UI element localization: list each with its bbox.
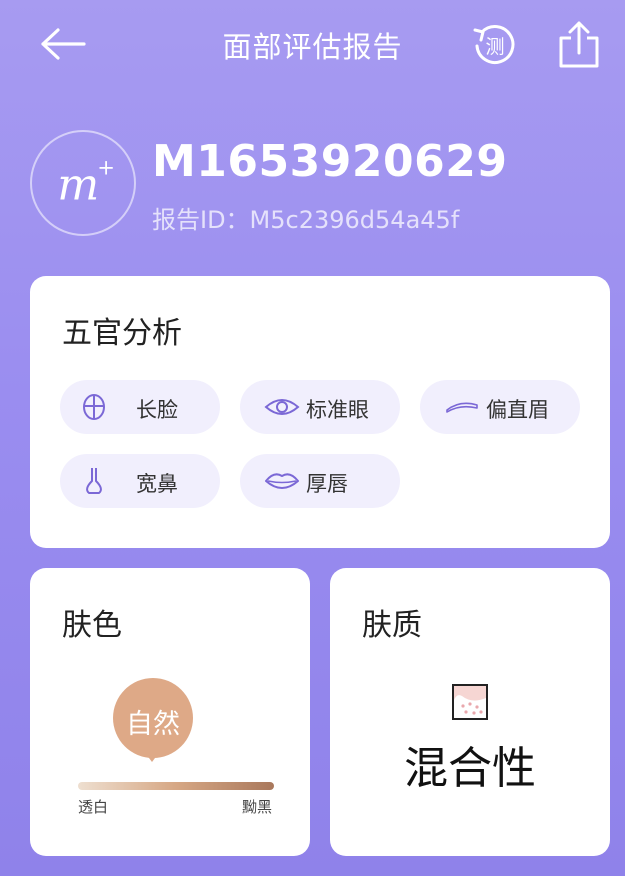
- eyebrow-icon: [446, 402, 478, 413]
- feature-face-shape[interactable]: 长脸: [60, 380, 220, 434]
- profile-section: m + M1653920629 报告ID：M5c2396d54a45f: [30, 128, 610, 240]
- feature-label: 偏直眉: [486, 398, 549, 422]
- feature-label: 厚唇: [306, 472, 348, 496]
- avatar-plus: +: [97, 154, 115, 179]
- skin-color-card: 肤色 自然 透白 黝黑: [30, 568, 310, 856]
- eye-icon: [264, 399, 300, 415]
- skin-tone-scale: [78, 782, 274, 790]
- page-title: 面部评估报告: [222, 30, 403, 64]
- nose-icon: [86, 468, 102, 494]
- scale-label-fair: 透白: [78, 798, 109, 816]
- avatar: m +: [30, 130, 136, 236]
- face-shape-icon: [83, 394, 105, 420]
- feature-label: 标准眼: [306, 398, 369, 422]
- feature-label: 宽鼻: [136, 472, 178, 496]
- scale-label-dark: 黝黑: [242, 798, 273, 816]
- feature-eyebrow[interactable]: 偏直眉: [420, 380, 580, 434]
- retest-icon[interactable]: 测: [470, 22, 518, 70]
- skin-tone-value: 自然: [126, 709, 180, 740]
- skin-tone-pointer: [143, 750, 161, 762]
- skin-type-value: 混合性: [404, 743, 536, 794]
- feature-lips[interactable]: 厚唇: [240, 454, 400, 508]
- avatar-mark: m: [57, 159, 99, 210]
- feature-nose[interactable]: 宽鼻: [60, 454, 220, 508]
- skin-color-title: 肤色: [62, 608, 122, 643]
- skin-texture-icon: [452, 684, 488, 720]
- username: M1653920629: [152, 136, 508, 187]
- features-title: 五官分析: [62, 316, 182, 351]
- header: 面部评估报告 测: [0, 0, 625, 92]
- report-id: 报告ID：M5c2396d54a45f: [152, 206, 460, 234]
- features-card: 五官分析 长脸 标准眼 偏直眉 宽鼻 厚唇: [30, 276, 610, 548]
- skin-type-title: 肤质: [362, 608, 422, 643]
- share-icon[interactable]: [558, 20, 600, 68]
- lips-icon: [265, 473, 299, 489]
- feature-eye[interactable]: 标准眼: [240, 380, 400, 434]
- feature-label: 长脸: [136, 398, 178, 422]
- skin-type-card: 肤质 混合性: [330, 568, 610, 856]
- retest-label: 测: [485, 36, 504, 58]
